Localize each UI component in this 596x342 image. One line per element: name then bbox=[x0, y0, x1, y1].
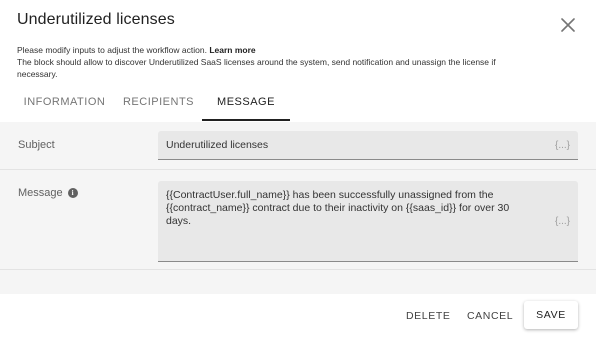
delete-button[interactable]: DELETE bbox=[406, 310, 450, 322]
dialog-footer: DELETE CANCEL SAVE bbox=[0, 294, 596, 342]
message-label: Message i bbox=[18, 187, 78, 199]
info-icon[interactable]: i bbox=[67, 188, 78, 198]
dialog-description: Please modify inputs to adjust the workf… bbox=[17, 44, 537, 80]
close-button[interactable] bbox=[558, 15, 578, 35]
message-form: Subject Underutilized licenses {...} Mes… bbox=[0, 122, 596, 294]
description-line1: Please modify inputs to adjust the workf… bbox=[17, 45, 207, 55]
description-line2: The block should allow to discover Under… bbox=[17, 57, 496, 79]
subject-label: Subject bbox=[18, 139, 55, 151]
subject-row: Subject Underutilized licenses {...} bbox=[0, 122, 596, 170]
message-textarea[interactable]: {{ContractUser.full_name}} has been succ… bbox=[158, 181, 578, 262]
tab-recipients[interactable]: RECIPIENTS bbox=[115, 88, 202, 121]
message-label-text: Message bbox=[18, 187, 63, 199]
message-variable-button[interactable]: {...} bbox=[555, 216, 570, 227]
subject-value: Underutilized licenses bbox=[166, 139, 269, 151]
cancel-button[interactable]: CANCEL bbox=[467, 310, 513, 322]
tab-bar: INFORMATION RECIPIENTS MESSAGE bbox=[14, 88, 290, 121]
save-button[interactable]: SAVE bbox=[524, 301, 578, 329]
tab-message[interactable]: MESSAGE bbox=[202, 88, 290, 121]
subject-label-text: Subject bbox=[18, 139, 55, 151]
subject-variable-button[interactable]: {...} bbox=[555, 140, 570, 151]
close-icon bbox=[561, 18, 575, 32]
learn-more-link[interactable]: Learn more bbox=[209, 45, 255, 55]
subject-input[interactable]: Underutilized licenses {...} bbox=[158, 131, 578, 160]
message-row: Message i {{ContractUser.full_name}} has… bbox=[0, 170, 596, 270]
message-value: {{ContractUser.full_name}} has been succ… bbox=[166, 189, 510, 227]
tab-information[interactable]: INFORMATION bbox=[14, 88, 115, 121]
dialog-title: Underutilized licenses bbox=[17, 11, 175, 28]
